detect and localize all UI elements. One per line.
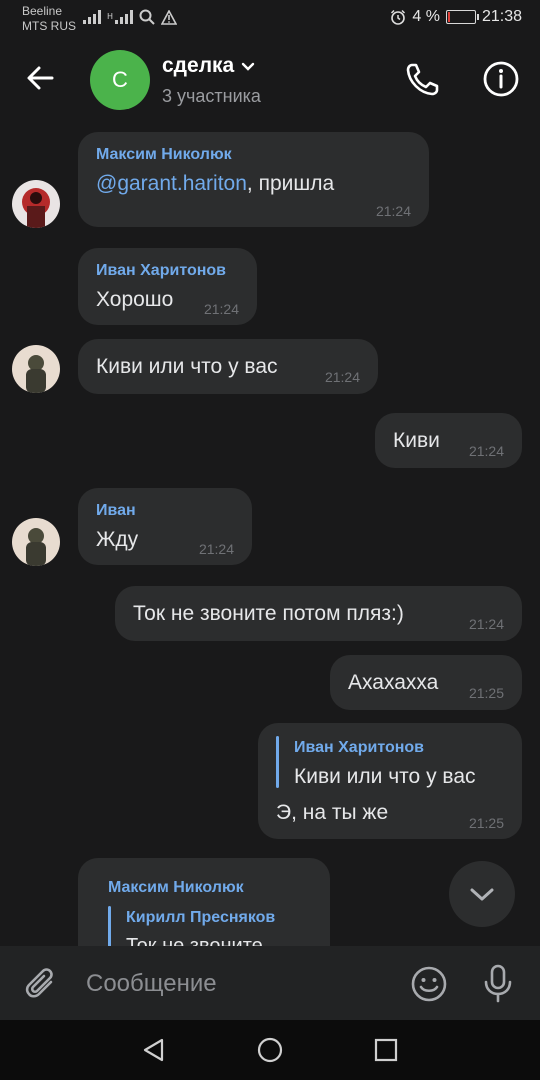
paperclip-icon <box>25 968 53 998</box>
message-time: 21:25 <box>468 815 504 831</box>
reply-text[interactable]: Ток не звоните <box>126 935 263 946</box>
avatar[interactable] <box>12 180 60 228</box>
svg-text:H: H <box>107 12 113 21</box>
user-avatar-icon <box>12 180 60 228</box>
signal-icon <box>83 10 101 24</box>
alarm-icon <box>391 9 406 25</box>
message-author[interactable]: Иван Харитонов <box>96 262 226 280</box>
reply-author[interactable]: Иван Харитонов <box>294 739 424 757</box>
circle-home-icon <box>257 1037 283 1063</box>
message-time: 21:24 <box>375 203 411 219</box>
square-recents-icon <box>374 1038 398 1062</box>
message-bubble-outgoing[interactable]: Иван Харитонов Киви или что у вас Э, на … <box>258 723 522 839</box>
triangle-back-icon <box>143 1038 164 1062</box>
reply-bar <box>276 736 279 788</box>
message-bubble[interactable]: Максим Николюк @garant.hariton, пришла 2… <box>78 132 429 227</box>
reply-text[interactable]: Киви или что у вас <box>294 765 476 789</box>
avatar[interactable] <box>12 518 60 566</box>
chat-avatar[interactable]: С <box>90 50 150 110</box>
message-text: Хорошо <box>96 288 174 311</box>
battery-fill <box>447 12 450 22</box>
reply-author[interactable]: Кирилл Пресняков <box>126 909 275 927</box>
carrier-line1: Beeline <box>22 4 63 18</box>
nav-recents-button[interactable] <box>372 1036 400 1064</box>
attach-button[interactable] <box>22 964 62 1004</box>
back-button[interactable] <box>22 58 62 98</box>
message-text: Киви или что у вас <box>96 355 278 378</box>
voice-record-button[interactable] <box>476 961 520 1005</box>
reply-bar <box>108 906 111 946</box>
message-clip: Максим Николюк Кирилл Пресняков Ток не з… <box>78 858 330 946</box>
battery-icon <box>445 10 479 24</box>
message-text: Э, на ты же <box>276 801 389 824</box>
system-navigation-bar <box>0 1020 540 1080</box>
arrow-left-icon <box>27 66 54 90</box>
message-time: 21:25 <box>468 685 504 701</box>
message-time: 21:24 <box>468 443 504 459</box>
chat-title[interactable]: сделка <box>162 54 256 78</box>
message-bubble[interactable]: Киви или что у вас 21:24 <box>78 339 378 394</box>
info-icon <box>483 61 519 97</box>
scroll-down-button[interactable] <box>449 861 515 927</box>
info-button[interactable] <box>480 58 522 100</box>
message-time: 21:24 <box>324 369 360 385</box>
call-button[interactable] <box>402 58 444 100</box>
mention-link[interactable]: @garant.hariton <box>96 172 247 195</box>
message-bubble[interactable]: Иван Жду 21:24 <box>78 488 252 565</box>
message-bubble[interactable]: Максим Николюк Кирилл Пресняков Ток не з… <box>78 858 330 946</box>
signal-2-icon: H <box>107 10 133 24</box>
message-bubble-outgoing[interactable]: Киви 21:24 <box>375 413 522 468</box>
search-icon <box>139 9 155 25</box>
battery-percent: 4 % <box>412 8 440 25</box>
message-text-rest: , пришла <box>246 172 335 195</box>
message-author[interactable]: Максим Николюк <box>96 146 232 164</box>
chevron-down-icon <box>470 888 494 901</box>
message-text: Ток не звоните потом пляз:) <box>133 602 404 625</box>
smile-icon <box>411 966 447 1002</box>
emoji-button[interactable] <box>408 963 450 1005</box>
message-input[interactable]: Сообщение <box>86 964 386 1004</box>
microphone-icon <box>484 964 512 1003</box>
message-time: 21:24 <box>468 616 504 632</box>
message-author[interactable]: Иван <box>96 502 136 520</box>
status-icons-right: 4 % 21:38 <box>390 8 522 26</box>
carrier-line2: MTS RUS <box>22 19 76 33</box>
message-time: 21:24 <box>198 541 234 557</box>
message-bubble-outgoing[interactable]: Ахахахха 21:25 <box>330 655 522 710</box>
message-author[interactable]: Максим Николюк <box>108 879 244 897</box>
avatar[interactable] <box>12 345 60 393</box>
status-icons-left: H <box>83 9 177 25</box>
message-text: @garant.hariton, пришла <box>96 172 334 196</box>
warning-icon <box>161 9 177 25</box>
status-bar: Beeline MTS RUS H 4 % 21:38 <box>0 0 540 36</box>
message-text: Жду <box>96 528 139 551</box>
chevron-down-icon <box>242 62 255 71</box>
message-text: Киви <box>393 429 440 452</box>
nav-back-button[interactable] <box>140 1036 168 1064</box>
message-bubble-outgoing[interactable]: Ток не звоните потом пляз:) 21:24 <box>115 586 522 641</box>
message-text: Ахахахха <box>348 671 439 694</box>
chat-header: С сделка 3 участника <box>0 36 540 126</box>
nav-home-button[interactable] <box>256 1036 284 1064</box>
message-time: 21:24 <box>203 301 239 317</box>
composer: Сообщение <box>0 946 540 1020</box>
user-avatar-icon <box>12 518 60 566</box>
carrier-info: Beeline MTS RUS <box>22 4 76 34</box>
chat-title-text: сделка <box>162 54 235 77</box>
phone-icon <box>406 63 439 96</box>
chat-subtitle: 3 участника <box>162 86 261 106</box>
user-avatar-icon <box>12 345 60 393</box>
status-time: 21:38 <box>481 8 522 25</box>
message-bubble[interactable]: Иван Харитонов Хорошо 21:24 <box>78 248 257 325</box>
